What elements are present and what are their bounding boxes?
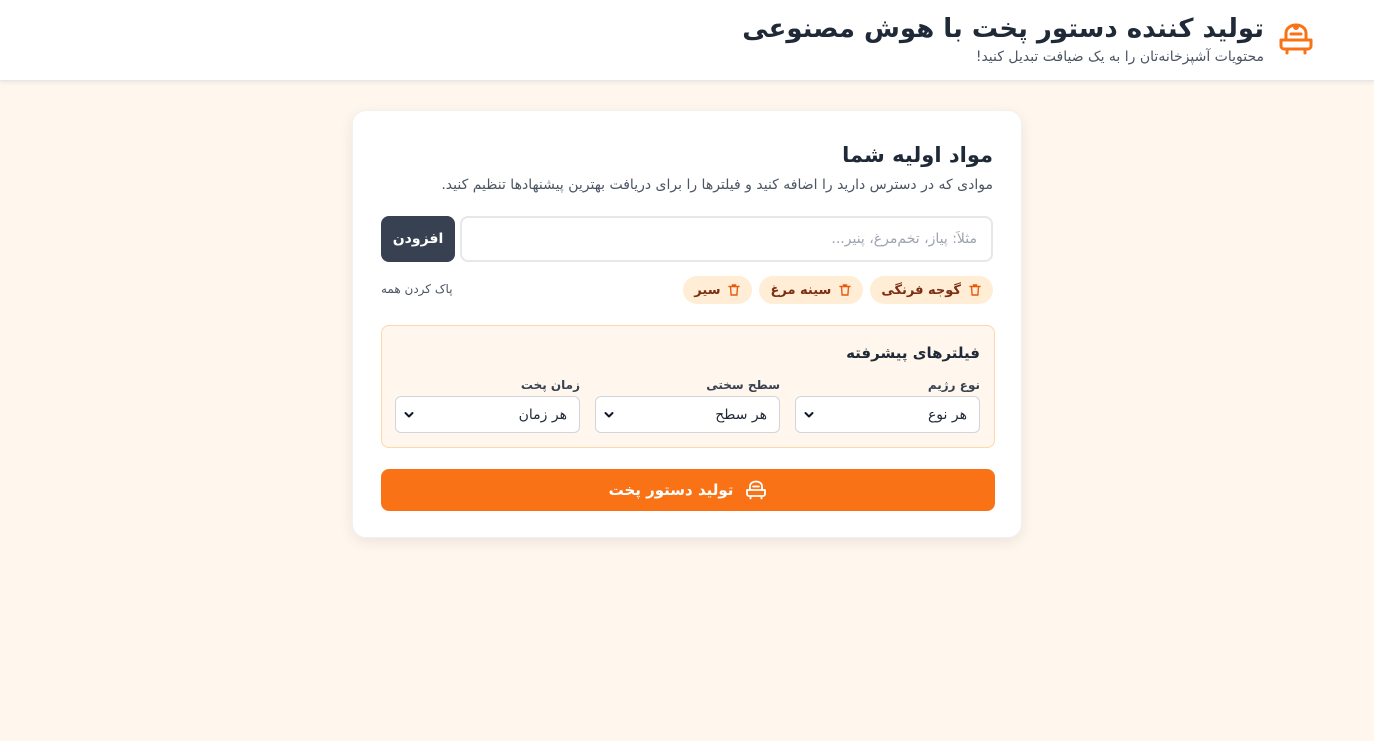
app-title: تولید کننده دستور پخت با هوش مصنوعی [742,14,1264,44]
time-value: هر زمان [518,406,567,423]
ingredient-input[interactable] [460,216,993,262]
generate-label: تولید دستور پخت [608,481,734,499]
difficulty-label: سطح سختی [706,378,780,392]
chevron-down-icon [404,411,414,417]
filters-title: فیلترهای پیشرفته [846,344,980,362]
advanced-filters: فیلترهای پیشرفته نوع رژیم هر نوع سطح سخت… [381,325,995,448]
difficulty-value: هر سطح [715,406,767,423]
generate-recipe-button[interactable]: تولید دستور پخت [381,469,995,511]
trash-icon[interactable] [968,283,982,297]
chip-label: سینه مرغ [770,282,832,298]
diet-value: هر نوع [927,406,967,423]
chip-label: سیر [694,282,721,298]
diet-select[interactable]: هر نوع [795,396,980,433]
trash-icon[interactable] [727,283,741,297]
chevron-down-icon [604,411,614,417]
ingredients-description: موادی که در دسترس دارید را اضافه کنید و … [441,177,993,193]
ingredient-chip: گوجه فرنگی [870,276,993,304]
add-ingredient-button[interactable]: افزودن [381,216,455,262]
ingredients-title: مواد اولیه شما [842,143,993,167]
ingredient-chips: گوجه فرنگی سینه مرغ سیر [683,276,993,304]
cooking-pot-icon [1279,23,1313,55]
app-subtitle: محتویات آشپزخانه‌تان را به یک ضیافت تبدی… [975,49,1264,65]
time-label: زمان پخت [520,378,580,392]
trash-icon[interactable] [838,283,852,297]
ingredient-chip: سیر [683,276,753,304]
app-header: تولید کننده دستور پخت با هوش مصنوعی محتو… [0,0,1374,81]
difficulty-select[interactable]: هر سطح [595,396,780,433]
diet-label: نوع رژیم [927,378,980,392]
cooking-pot-icon [746,480,767,500]
ingredients-card: مواد اولیه شما موادی که در دسترس دارید ر… [352,110,1022,538]
clear-all-button[interactable]: پاک کردن همه [381,282,453,296]
ingredient-chip: سینه مرغ [759,276,864,304]
chevron-down-icon [804,411,814,417]
chip-label: گوجه فرنگی [881,282,961,298]
time-select[interactable]: هر زمان [395,396,580,433]
